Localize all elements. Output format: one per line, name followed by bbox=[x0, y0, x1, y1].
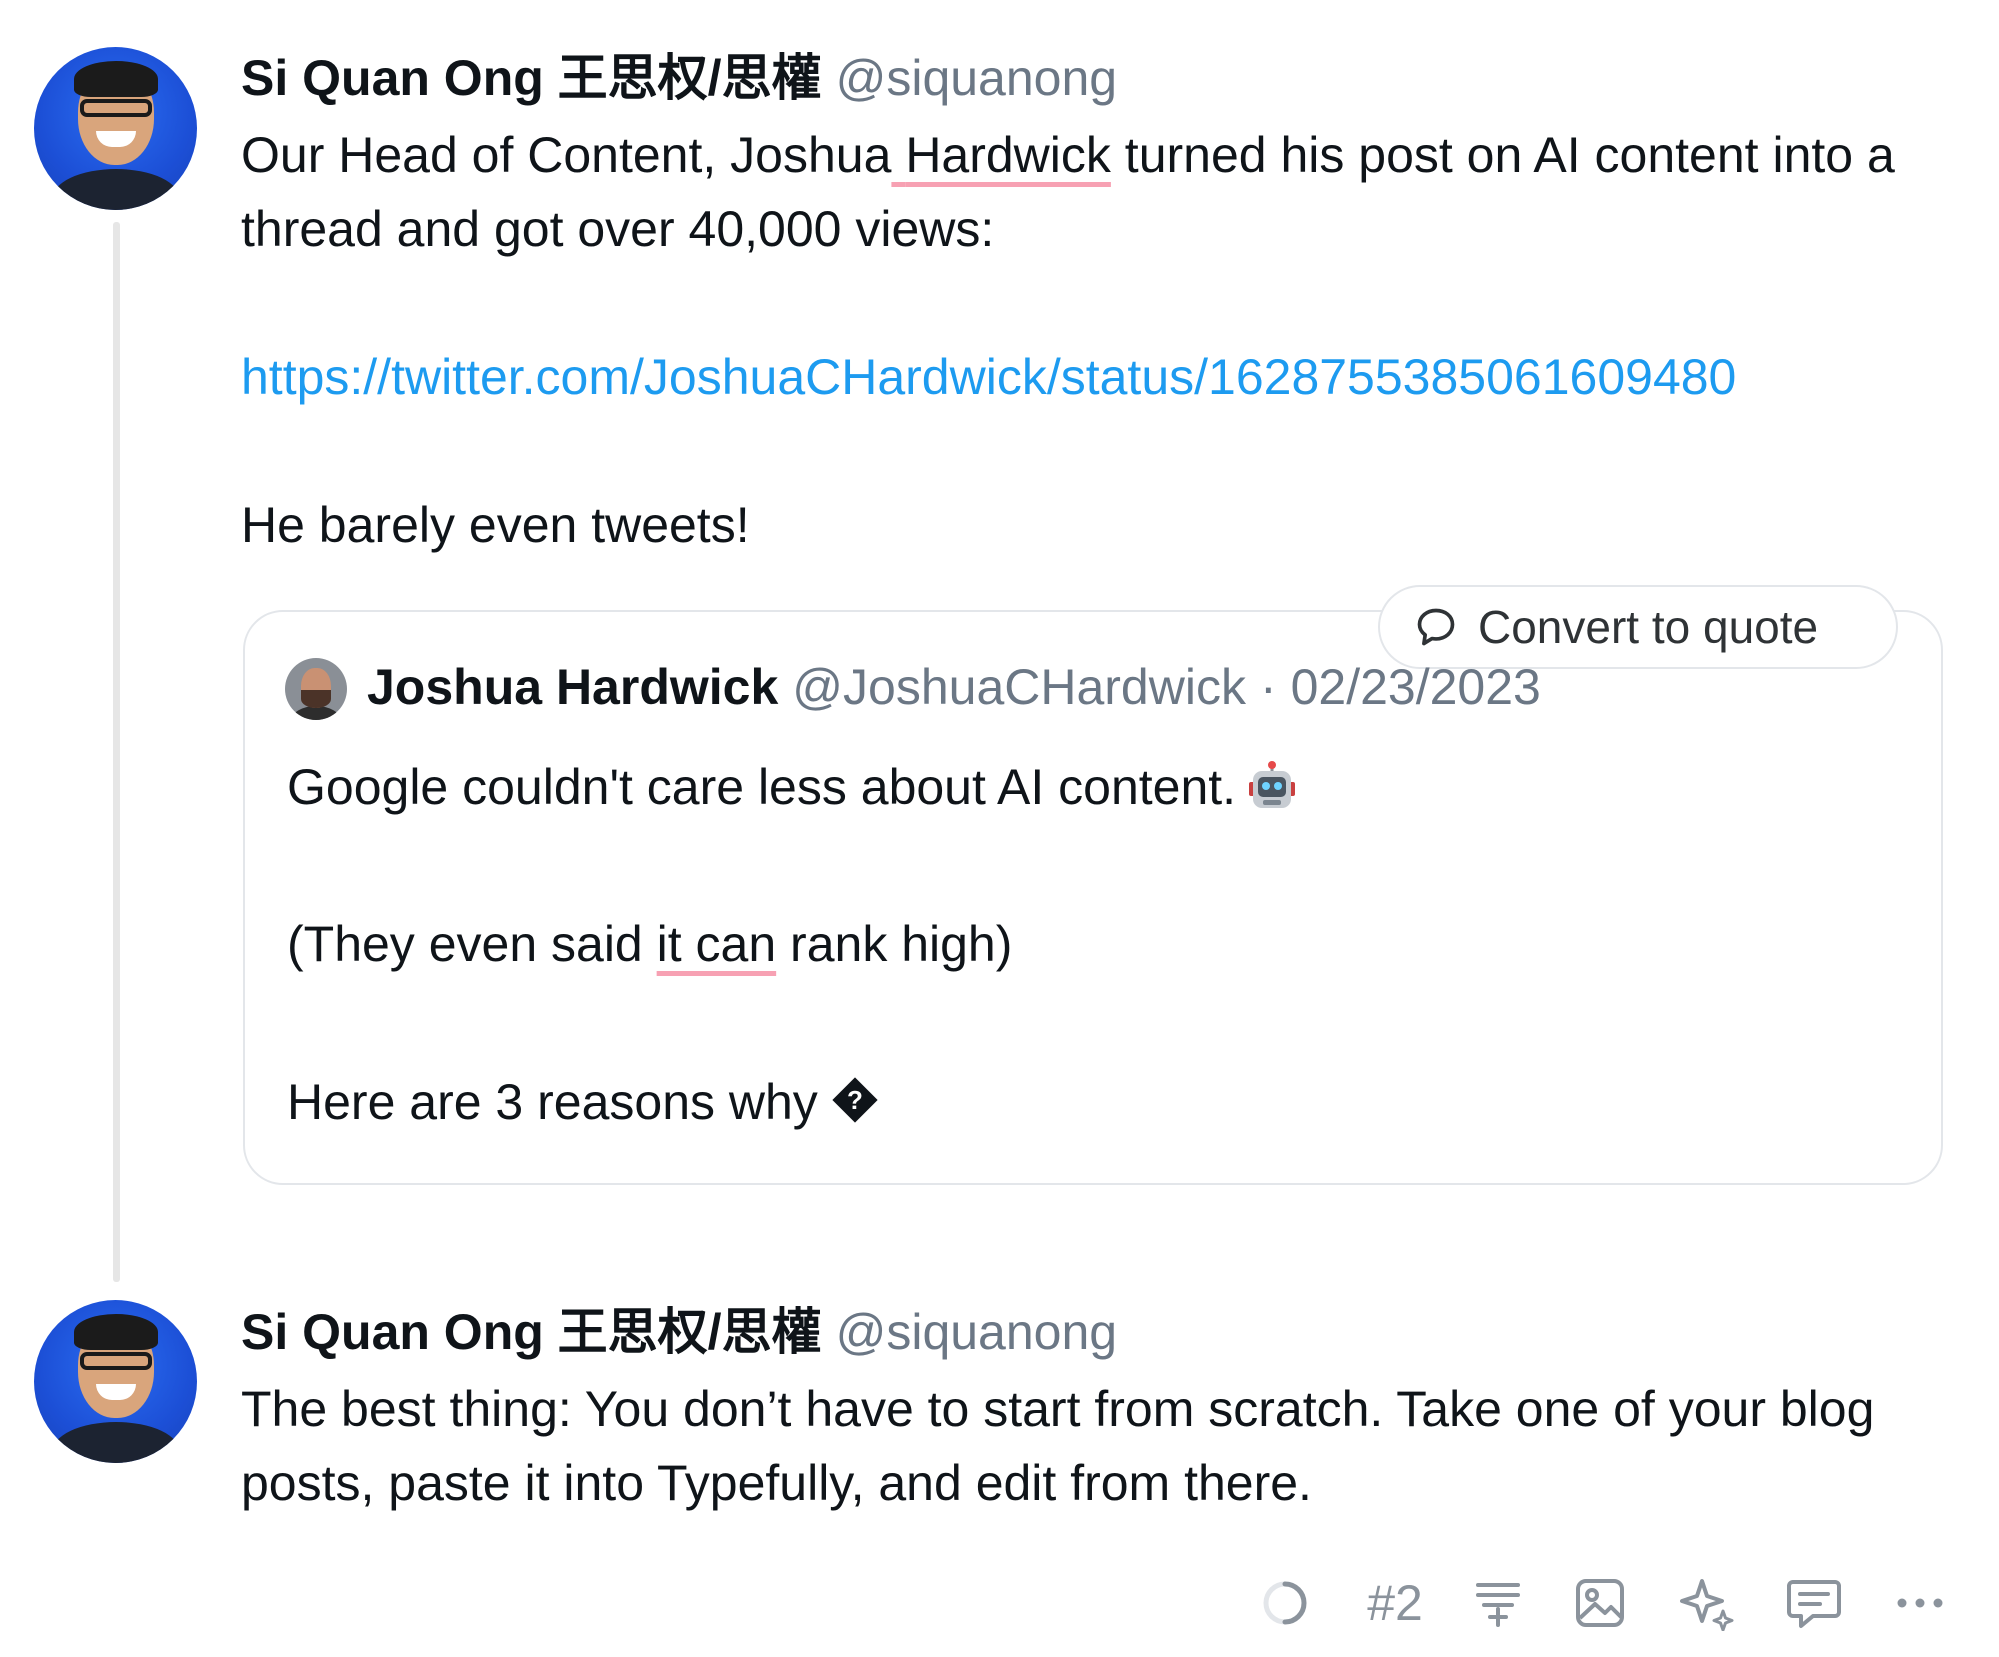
avatar-glasses bbox=[80, 1352, 152, 1370]
tweet-1-body[interactable]: Our Head of Content, Joshua Hardwick tur… bbox=[241, 118, 1971, 562]
avatar-glasses bbox=[80, 99, 152, 117]
more-icon[interactable] bbox=[1890, 1570, 1950, 1636]
tweet-text-segment: Joshua bbox=[730, 127, 892, 183]
sparkle-icon[interactable] bbox=[1676, 1570, 1740, 1636]
robot-emoji-icon bbox=[1246, 760, 1298, 827]
quoted-text-segment: Here are 3 reasons why bbox=[287, 1074, 818, 1130]
quoted-text-segment: Google couldn't care less about AI conte… bbox=[287, 759, 1237, 815]
speech-bubble-icon bbox=[1417, 608, 1455, 646]
avatar-shirt bbox=[52, 169, 180, 210]
author-avatar[interactable] bbox=[34, 47, 197, 210]
quoted-author-avatar bbox=[285, 658, 347, 720]
thread-connector-line bbox=[113, 222, 120, 1282]
convert-to-quote-label: Convert to quote bbox=[1478, 601, 1819, 653]
author-name: Si Quan Ong 王思权/思權 bbox=[241, 1304, 822, 1360]
tweet-text-segment: Our Head of Content, bbox=[241, 127, 731, 183]
spellcheck-underline[interactable]: it can bbox=[657, 916, 777, 972]
author-name: Si Quan Ong 王思权/思權 bbox=[241, 50, 822, 106]
tweet-text-segment bbox=[891, 127, 905, 183]
tweet-1-link-paragraph: https://twitter.com/JoshuaCHardwick/stat… bbox=[241, 340, 1971, 414]
split-icon[interactable] bbox=[1468, 1570, 1528, 1636]
author-handle: @siquanong bbox=[835, 50, 1118, 106]
avatar-hair bbox=[74, 61, 158, 97]
tweet-header: Si Quan Ong 王思权/思權 @siquanong bbox=[241, 1300, 1117, 1364]
tweet-header: Si Quan Ong 王思权/思權 @siquanong bbox=[241, 46, 1117, 110]
comment-icon[interactable] bbox=[1782, 1570, 1846, 1636]
tweet-2-body[interactable]: The best thing: You don’t have to start … bbox=[241, 1372, 1891, 1520]
tweet-2-paragraph: The best thing: You don’t have to start … bbox=[241, 1381, 1875, 1511]
tweet-1-paragraph-1: Our Head of Content, Joshua Hardwick tur… bbox=[241, 118, 1971, 266]
author-avatar[interactable] bbox=[34, 1300, 197, 1463]
quoted-tweet-date: 02/23/2023 bbox=[1290, 659, 1541, 715]
quoted-text-segment: rank high) bbox=[776, 916, 1013, 972]
tweet-link[interactable]: https://twitter.com/JoshuaCHardwick/stat… bbox=[241, 349, 1736, 405]
quoted-tweet-header: Joshua Hardwick @JoshuaCHardwick · 02/23/20… bbox=[367, 655, 1541, 719]
quoted-text-segment: (They even said bbox=[287, 916, 657, 972]
svg-text:?: ? bbox=[847, 1085, 863, 1115]
unknown-glyph-icon: ? bbox=[830, 1075, 880, 1140]
tweet-number-label[interactable]: #2 bbox=[1350, 1570, 1440, 1636]
avatar-body bbox=[291, 706, 341, 720]
author-handle: @siquanong bbox=[835, 1304, 1118, 1360]
tweet-text-segment: Hardwick bbox=[905, 127, 1111, 183]
quoted-tweet-line-2: (They even said it can rank high) bbox=[287, 912, 1012, 976]
quoted-tweet-line-1: Google couldn't care less about AI conte… bbox=[287, 755, 1298, 827]
quoted-tweet-line-3: Here are 3 reasons why ? bbox=[287, 1070, 880, 1140]
avatar-hair bbox=[74, 1314, 158, 1350]
tweet-1-closing: He barely even tweets! bbox=[241, 497, 750, 553]
progress-ring-icon[interactable] bbox=[1255, 1570, 1315, 1636]
quoted-author-handle: @JoshuaCHardwick bbox=[792, 659, 1246, 715]
avatar-shirt bbox=[52, 1422, 180, 1463]
meta-separator: · bbox=[1259, 659, 1277, 715]
spellcheck-underline[interactable]: Hardwick bbox=[891, 127, 1111, 183]
quoted-author-name: Joshua Hardwick bbox=[367, 659, 779, 715]
image-icon[interactable] bbox=[1568, 1570, 1632, 1636]
avatar-beard bbox=[301, 690, 331, 708]
